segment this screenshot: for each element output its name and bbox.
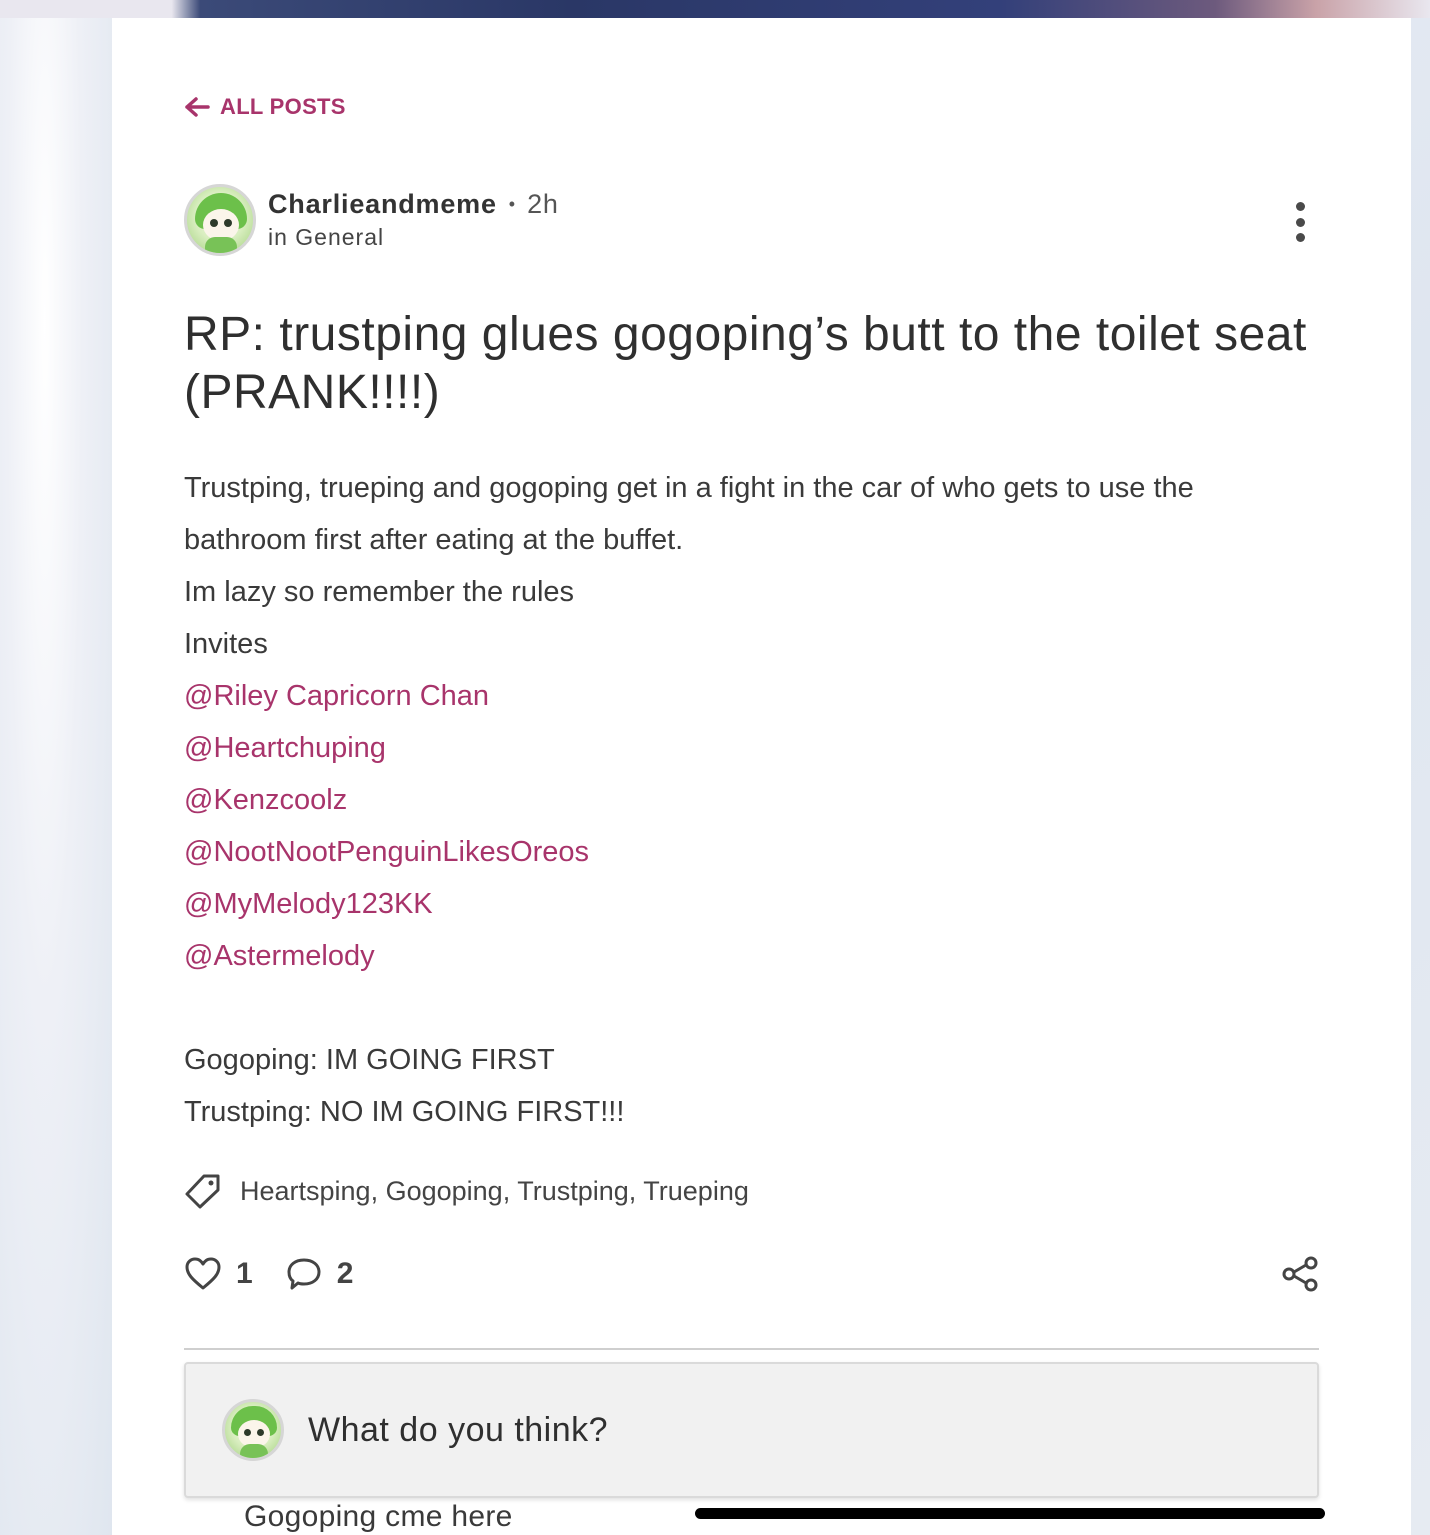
heart-icon (185, 1257, 221, 1290)
author-avatar[interactable] (184, 184, 256, 256)
arrow-left-icon (185, 97, 210, 117)
home-indicator (695, 1508, 1325, 1519)
mention-link[interactable]: @Heartchuping (184, 722, 1324, 774)
tags-row: Heartsping, Gogoping, Trustping, Truepin… (184, 1172, 749, 1210)
post-body: Trustping, trueping and gogoping get in … (184, 462, 1324, 1138)
post-paragraph: Trustping, trueping and gogoping get in … (184, 472, 1194, 556)
post-time: 2h (527, 189, 559, 219)
post-paragraph: Im lazy so remember the rules (184, 576, 575, 608)
comment-count: 2 (336, 1257, 354, 1290)
mention-link[interactable]: @Riley Capricorn Chan (184, 670, 1324, 722)
header-banner (0, 0, 1430, 18)
comment-button[interactable]: 2 (285, 1256, 354, 1292)
post-category[interactable]: in General (268, 224, 559, 251)
tag-icon (185, 1174, 220, 1209)
tag-link[interactable]: Heartsping, (240, 1176, 378, 1206)
like-count: 1 (236, 1257, 253, 1290)
comment-placeholder: What do you think? (308, 1410, 609, 1449)
tag-link[interactable]: Trueping (643, 1176, 749, 1206)
more-options-button[interactable] (1284, 202, 1316, 242)
author-row: Charlieandmeme • 2h in General (184, 184, 559, 256)
comment-preview: Gogoping cme here (244, 1500, 513, 1533)
post-paragraph: Trustping: NO IM GOING FIRST!!! (184, 1096, 625, 1128)
tag-link[interactable]: Trustping, (517, 1176, 636, 1206)
author-meta: Charlieandmeme • 2h in General (268, 189, 559, 251)
post-paragraph: Invites (184, 628, 268, 660)
share-icon[interactable] (1280, 1256, 1320, 1292)
mention-link[interactable]: @Astermelody (184, 930, 1324, 982)
mention-link[interactable]: @NootNootPenguinLikesOreos (184, 826, 1324, 878)
post-title: RP: trustping glues gogoping’s butt to t… (184, 308, 1307, 419)
post-card: ALL POSTS Charlieandmeme • 2h in General… (112, 18, 1411, 1535)
all-posts-link[interactable]: ALL POSTS (184, 94, 346, 120)
mention-link[interactable]: @MyMelody123KK (184, 878, 1324, 930)
background-decoration (0, 18, 112, 1535)
divider (184, 1348, 1319, 1350)
like-button[interactable]: 1 (184, 1256, 253, 1292)
all-posts-label: ALL POSTS (220, 94, 346, 119)
author-name[interactable]: Charlieandmeme (268, 189, 497, 220)
more-vertical-icon (1295, 202, 1305, 211)
comment-input[interactable]: What do you think? (184, 1362, 1319, 1498)
comment-icon (287, 1258, 321, 1290)
mention-link[interactable]: @Kenzcoolz (184, 774, 1324, 826)
tag-link[interactable]: Gogoping, (386, 1176, 511, 1206)
post-actions: 1 2 (184, 1256, 385, 1292)
user-avatar (222, 1399, 284, 1461)
post-paragraph: Gogoping: IM GOING FIRST (184, 1044, 555, 1076)
separator-dot: • (508, 194, 516, 214)
